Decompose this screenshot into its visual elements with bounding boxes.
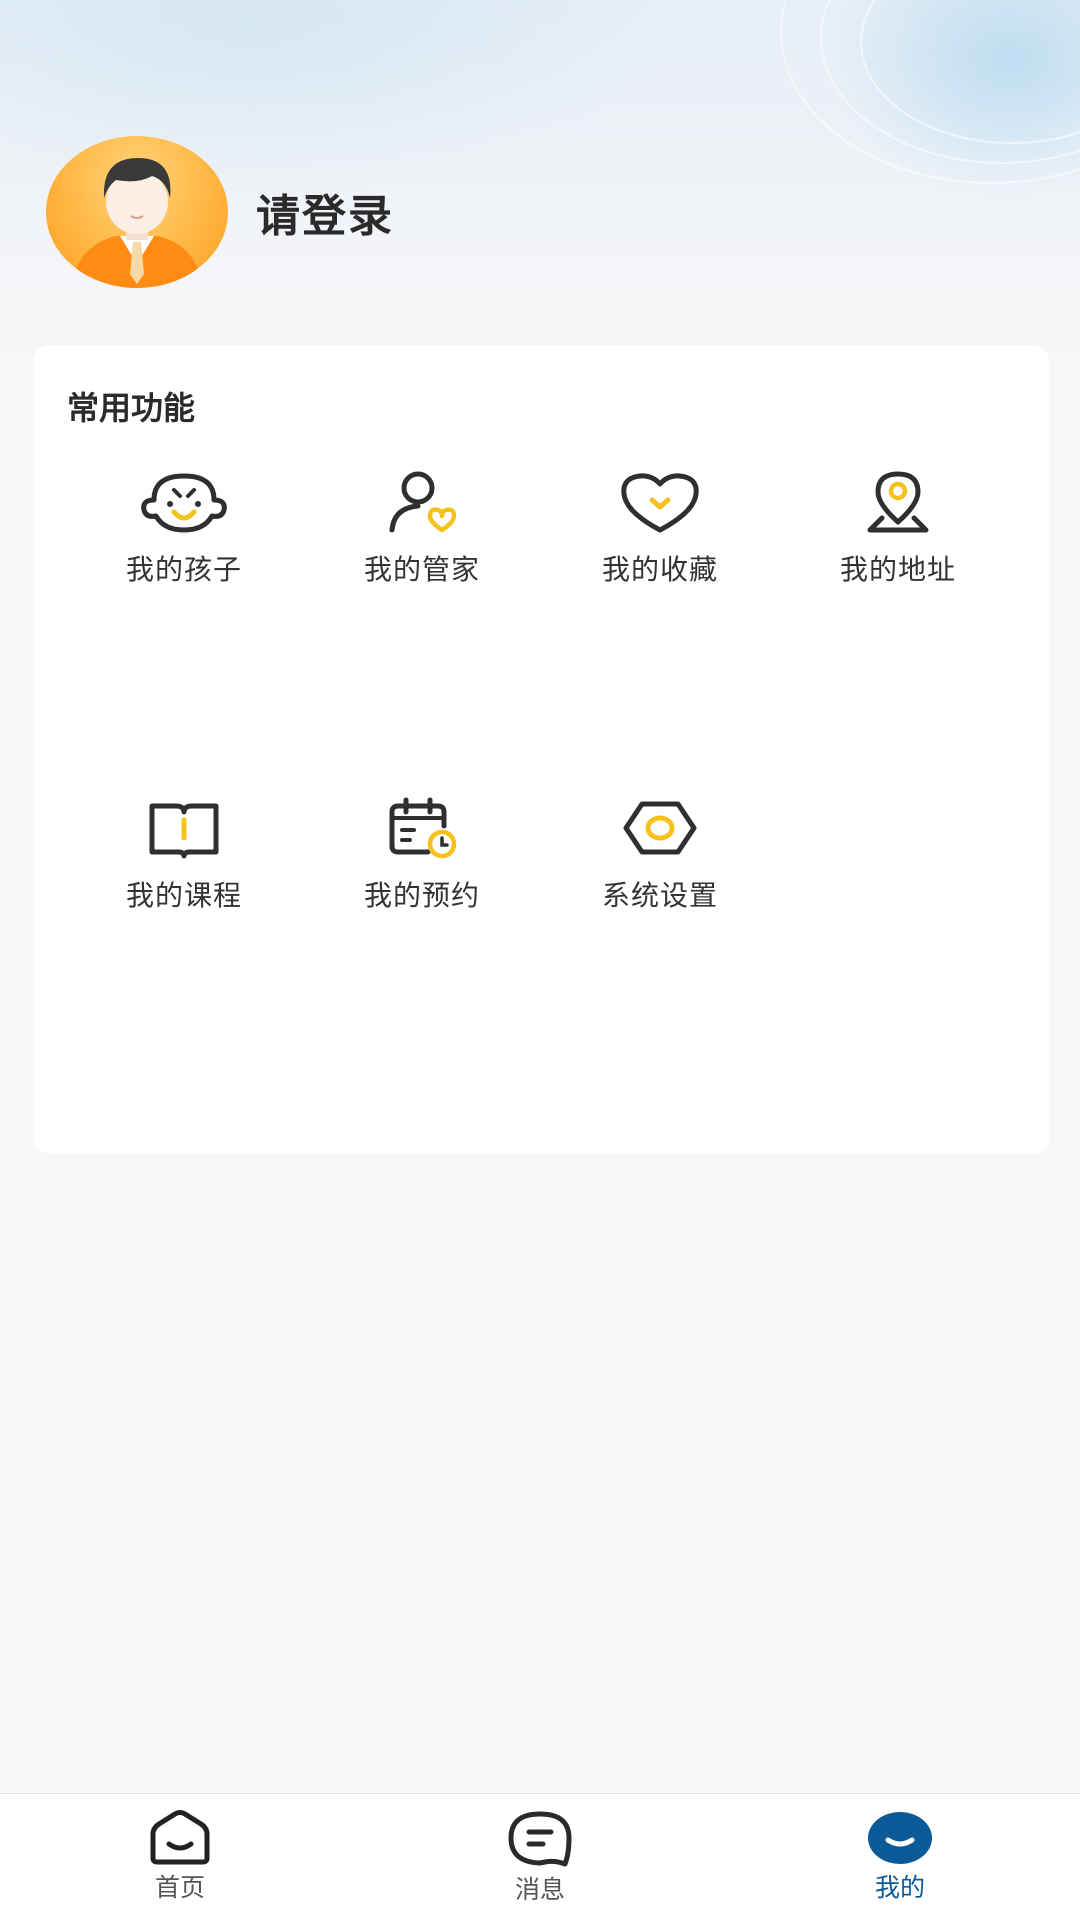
home-icon — [150, 1810, 210, 1865]
tab-mine[interactable]: 我的 — [820, 1810, 980, 1904]
location-pin-icon — [867, 471, 929, 533]
book-icon — [149, 803, 219, 859]
bottom-tab-bar: 首页 消息 我的 — [0, 1793, 1080, 1920]
profile-tab-icon — [868, 1812, 932, 1864]
card-title: 常用功能 — [67, 389, 196, 427]
function-label: 我的收藏 — [601, 553, 718, 586]
child-face-icon — [141, 473, 227, 533]
avatar[interactable] — [46, 136, 228, 288]
message-icon — [508, 1811, 572, 1867]
function-my-children[interactable]: 我的孩子 — [84, 470, 284, 588]
settings-hex-icon — [623, 801, 697, 855]
common-functions-card: 常用功能 我的孩子 我的管家 我的收藏 我的地址 我的课程 我的预约 系统设置 — [33, 345, 1050, 1154]
steward-icon — [389, 471, 457, 533]
heart-icon — [621, 473, 699, 533]
tab-home[interactable]: 首页 — [100, 1810, 260, 1904]
function-my-favorites[interactable]: 我的收藏 — [560, 470, 760, 588]
function-label: 系统设置 — [601, 879, 718, 912]
login-prompt[interactable]: 请登录 — [256, 180, 394, 244]
profile-header: 请登录 — [0, 0, 1080, 380]
profile-page: 请登录 常用功能 我的孩子 我的管家 我的收藏 我的地址 我的课程 我的预约 系… — [0, 0, 1080, 1920]
function-label: 我的课程 — [125, 879, 242, 912]
function-label: 我的孩子 — [125, 553, 242, 586]
tab-label: 我的 — [874, 1873, 925, 1902]
function-my-steward[interactable]: 我的管家 — [322, 470, 522, 588]
calendar-clock-icon — [389, 797, 457, 859]
tab-label: 消息 — [514, 1875, 565, 1904]
function-my-appointments[interactable]: 我的预约 — [322, 796, 522, 914]
function-label: 我的地址 — [839, 553, 956, 586]
function-my-courses[interactable]: 我的课程 — [84, 796, 284, 914]
function-system-settings[interactable]: 系统设置 — [560, 796, 760, 914]
avatar-icon — [72, 158, 202, 288]
function-my-address[interactable]: 我的地址 — [798, 470, 998, 588]
tab-label: 首页 — [154, 1873, 205, 1902]
function-label: 我的管家 — [363, 553, 480, 586]
function-label: 我的预约 — [363, 879, 480, 912]
tab-messages[interactable]: 消息 — [460, 1810, 620, 1906]
